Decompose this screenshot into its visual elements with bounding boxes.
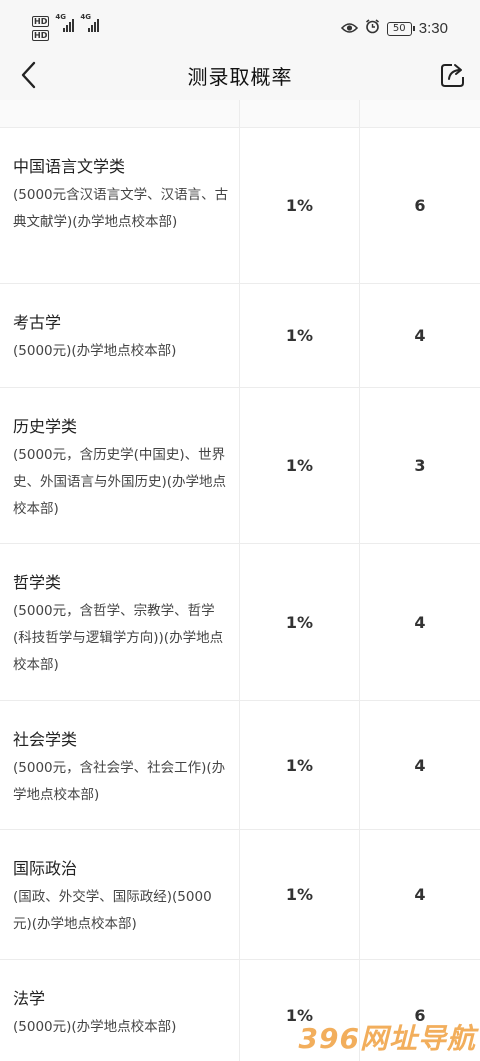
- major-cell: 国际政治 (国政、外交学、国际政经)(5000元)(办学地点校本部): [0, 830, 240, 959]
- table-row[interactable]: 历史学类 (5000元，含历史学(中国史)、世界史、外国语言与外国历史)(办学地…: [0, 388, 480, 544]
- table-row[interactable]: 哲学类 (5000元，含哲学、宗教学、哲学(科技哲学与逻辑学方向))(办学地点校…: [0, 544, 480, 701]
- count-cell: 4: [414, 326, 426, 345]
- site-watermark: 396网址导航: [298, 1022, 476, 1055]
- hd-badge: HD: [32, 30, 50, 41]
- probability-cell: 1%: [240, 284, 360, 387]
- major-desc: (国政、外交学、国际政经)(5000元)(办学地点校本部): [13, 889, 212, 932]
- major-name: 历史学类: [13, 417, 78, 436]
- probability-cell: 1%: [240, 830, 360, 959]
- major-cell: 中国语言文学类 (5000元含汉语言文学、汉语言、古典文献学)(办学地点校本部): [0, 128, 240, 283]
- major-cell: 哲学类 (5000元，含哲学、宗教学、哲学(科技哲学与逻辑学方向))(办学地点校…: [0, 544, 240, 700]
- count-cell: 4: [414, 755, 426, 775]
- page-title: 测录取概率: [187, 65, 293, 89]
- major-name: 考古学: [13, 313, 62, 332]
- table-row[interactable]: 中国语言文学类 (5000元含汉语言文学、汉语言、古典文献学)(办学地点校本部)…: [0, 128, 480, 284]
- major-desc: (5000元，含哲学、宗教学、哲学(科技哲学与逻辑学方向))(办学地点校本部): [13, 603, 224, 673]
- major-cell: 法学 (5000元)(办学地点校本部): [0, 960, 240, 1061]
- signal-icon: 4G: [55, 13, 75, 32]
- signal-icon: 4G: [80, 13, 100, 32]
- nav-bar: 测录取概率: [0, 52, 480, 100]
- major-desc: (5000元，含社会学、社会工作)(办学地点校本部): [13, 760, 226, 803]
- alarm-icon: [365, 19, 380, 38]
- major-desc: (5000元，含历史学(中国史)、世界史、外国语言与外国历史)(办学地点校本部): [13, 447, 227, 517]
- major-desc: (5000元)(办学地点校本部): [13, 343, 177, 359]
- major-cell: 考古学 (5000元)(办学地点校本部): [0, 284, 240, 387]
- count-cell: 4: [414, 612, 426, 632]
- status-bar: HD HD 4G 4G 50 3:30: [0, 0, 480, 52]
- table-header-row: [0, 100, 480, 128]
- table-row[interactable]: 国际政治 (国政、外交学、国际政经)(5000元)(办学地点校本部) 1% 4: [0, 830, 480, 960]
- major-name: 哲学类: [13, 573, 62, 592]
- hd-badge: HD: [32, 16, 50, 27]
- status-right: 50 3:30: [340, 19, 448, 38]
- share-icon[interactable]: [438, 60, 468, 90]
- eye-icon: [340, 19, 358, 38]
- major-name: 社会学类: [13, 730, 78, 749]
- count-cell: 6: [414, 196, 426, 215]
- probability-cell: 1%: [240, 128, 360, 283]
- table-row[interactable]: 社会学类 (5000元，含社会学、社会工作)(办学地点校本部) 1% 4: [0, 701, 480, 830]
- battery-icon: 50: [386, 21, 415, 36]
- network-indicators: HD HD 4G 4G: [32, 13, 100, 41]
- major-cell: 历史学类 (5000元，含历史学(中国史)、世界史、外国语言与外国历史)(办学地…: [0, 388, 240, 543]
- count-cell: 4: [414, 885, 426, 904]
- major-name: 国际政治: [13, 859, 78, 878]
- probability-cell: 1%: [240, 701, 360, 829]
- clock: 3:30: [418, 20, 448, 37]
- count-cell: 3: [414, 456, 426, 475]
- major-name: 中国语言文学类: [13, 157, 126, 176]
- probability-cell: 1%: [240, 388, 360, 543]
- major-name: 法学: [13, 989, 46, 1008]
- admission-table: 中国语言文学类 (5000元含汉语言文学、汉语言、古典文献学)(办学地点校本部)…: [0, 100, 480, 1061]
- probability-cell: 1%: [240, 544, 360, 700]
- major-cell: 社会学类 (5000元，含社会学、社会工作)(办学地点校本部): [0, 701, 240, 829]
- table-row[interactable]: 考古学 (5000元)(办学地点校本部) 1% 4: [0, 284, 480, 388]
- major-desc: (5000元)(办学地点校本部): [13, 1019, 177, 1035]
- major-desc: (5000元含汉语言文学、汉语言、古典文献学)(办学地点校本部): [13, 187, 229, 230]
